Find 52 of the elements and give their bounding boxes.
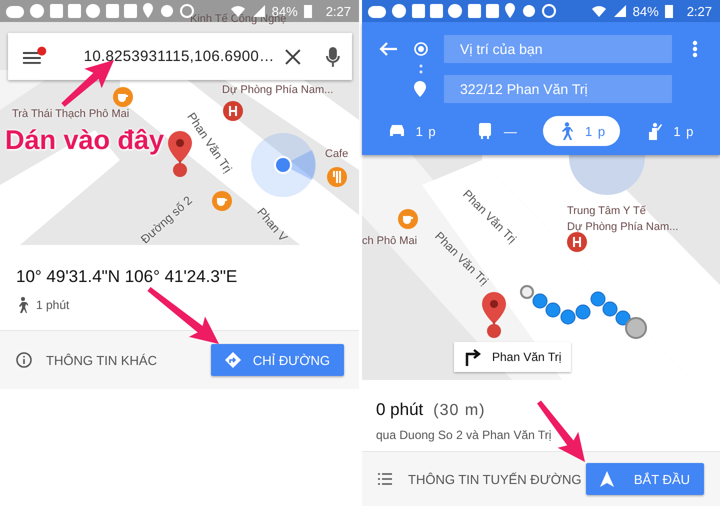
coffee-icon <box>112 86 134 108</box>
info-icon <box>16 352 32 368</box>
route-via-text: qua Duong So 2 và Phan Văn Trị <box>376 428 552 442</box>
walk-time: 1 phút <box>36 298 70 312</box>
hospital-icon <box>566 231 588 253</box>
travel-mode-tab[interactable]: 1 p <box>631 116 708 146</box>
destination-field[interactable]: 322/12 Phan Văn Trị <box>444 75 672 103</box>
start-button[interactable]: BẮT ĐẦU <box>586 463 704 495</box>
place-label: Trung Tâm Y Tế <box>567 205 646 217</box>
back-arrow-icon[interactable] <box>378 41 398 57</box>
destination-pin-icon <box>414 81 426 97</box>
travel-mode-tab[interactable]: — <box>462 116 532 146</box>
microphone-icon[interactable] <box>326 46 340 68</box>
place-label: Dự Phòng Phía Nam... <box>567 221 678 233</box>
battery-percent: 84% <box>632 4 659 18</box>
origin-dot-icon <box>414 42 428 56</box>
distance-text: (30 m) <box>433 402 486 420</box>
walking-icon <box>16 297 28 313</box>
more-options-icon[interactable] <box>692 40 698 58</box>
directions-icon <box>224 352 241 368</box>
turn-right-icon <box>464 348 482 366</box>
coffee-icon <box>397 208 419 230</box>
coordinates-text: 10° 49'31.4"N 106° 41'24.3"E <box>16 267 238 287</box>
more-info-button[interactable]: THÔNG TIN KHÁC <box>16 352 157 368</box>
place-label: Trà Thái Thạch Phô Mai <box>12 108 130 120</box>
duration-text: 0 phút <box>376 400 424 420</box>
travel-mode-tab[interactable]: 1 p <box>374 116 451 146</box>
clock-time: 2:27 <box>326 4 351 18</box>
annotation-text: Dán vào đây <box>5 125 164 156</box>
route-info-button[interactable]: THÔNG TIN TUYẾN ĐƯỜNG <box>378 472 582 486</box>
current-location-icon <box>250 132 316 198</box>
search-field[interactable]: 10.8253931115,106.6900… <box>8 33 352 80</box>
wifi-icon <box>590 4 607 18</box>
place-label: Dự Phòng Phía Nam... <box>222 84 334 96</box>
place-label: ch Phô Mai <box>362 235 418 247</box>
list-icon <box>378 473 392 485</box>
location-pin-icon <box>481 291 507 339</box>
coffee-icon <box>211 190 233 212</box>
close-icon[interactable] <box>284 48 302 66</box>
battery-icon <box>304 4 312 18</box>
restaurant-icon <box>326 166 348 188</box>
hospital-icon <box>222 100 244 122</box>
place-label: Cafe <box>325 148 348 160</box>
directions-button[interactable]: CHỈ ĐƯỜNG <box>210 344 344 376</box>
dots-icon <box>419 64 423 74</box>
origin-field[interactable]: Vị trí của bạn <box>444 35 672 63</box>
turn-callout: Phan Văn Trị <box>454 342 572 372</box>
clock-time: 2:27 <box>686 4 712 18</box>
signal-icon <box>612 4 627 18</box>
battery-icon <box>664 4 673 18</box>
navigation-arrow-icon <box>600 471 614 487</box>
travel-mode-tab[interactable]: 1 p <box>543 116 620 146</box>
